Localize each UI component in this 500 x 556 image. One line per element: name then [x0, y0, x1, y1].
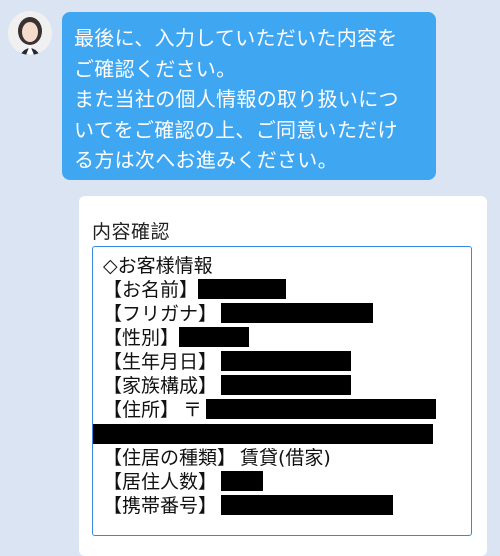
field-label: 【フリガナ】	[103, 303, 218, 325]
field-address: 【住所】〒	[103, 398, 471, 422]
message-line: 最後に、入力していただいた内容を	[74, 26, 398, 50]
redaction-block	[221, 351, 352, 371]
field-label: 【携帯番号】	[103, 495, 218, 517]
field-label: 【家族構成】	[103, 375, 218, 397]
redaction-block	[221, 303, 374, 323]
avatar	[8, 11, 52, 55]
chat-bubble: 最後に、入力していただいた内容を ご確認ください。 また当社の個人情報の取り扱い…	[62, 12, 436, 180]
message-line: ご確認ください。	[74, 56, 237, 81]
field-label: 【性別】	[103, 327, 180, 349]
field-value: 賃貸(借家)	[240, 447, 331, 469]
field-gender: 【性別】	[103, 326, 471, 350]
field-label: 【住居の種類】	[103, 447, 237, 469]
redaction-block	[221, 375, 352, 395]
redaction-block	[198, 279, 287, 299]
field-residence-type: 【住居の種類】 賃貸(借家)	[103, 446, 471, 470]
confirmation-card: 内容確認 ◇お客様情報 【お名前】 【フリガナ】 【性別】 【生年月日】 【家族…	[79, 196, 487, 556]
field-family: 【家族構成】	[103, 374, 471, 398]
redaction-block	[206, 399, 437, 419]
message-line: る方は次へお進みください。	[74, 148, 338, 172]
message-line: また当社の個人情報の取り扱いにつ	[74, 87, 399, 111]
field-furigana: 【フリガナ】	[103, 302, 471, 326]
field-label: 【居住人数】	[103, 471, 218, 493]
confirmation-textarea[interactable]: ◇お客様情報 【お名前】 【フリガナ】 【性別】 【生年月日】 【家族構成】 【…	[92, 246, 472, 536]
field-mobile: 【携帯番号】	[103, 494, 471, 518]
field-birthdate: 【生年月日】	[103, 350, 471, 374]
field-label: 【生年月日】	[103, 351, 218, 373]
redaction-block	[221, 471, 264, 491]
message-line: いてをご確認の上、ご同意いただけ	[74, 117, 398, 142]
redaction-block	[221, 495, 394, 515]
section-header: ◇お客様情報	[103, 255, 213, 277]
redaction-block	[179, 327, 250, 347]
field-label: 【お名前】	[103, 279, 199, 301]
card-title: 内容確認	[92, 221, 171, 243]
field-name: 【お名前】	[103, 278, 471, 302]
field-residents: 【居住人数】	[103, 470, 471, 494]
postal-mark: 〒	[183, 399, 203, 421]
redaction-block	[93, 424, 433, 444]
field-label: 【住所】	[103, 399, 180, 421]
